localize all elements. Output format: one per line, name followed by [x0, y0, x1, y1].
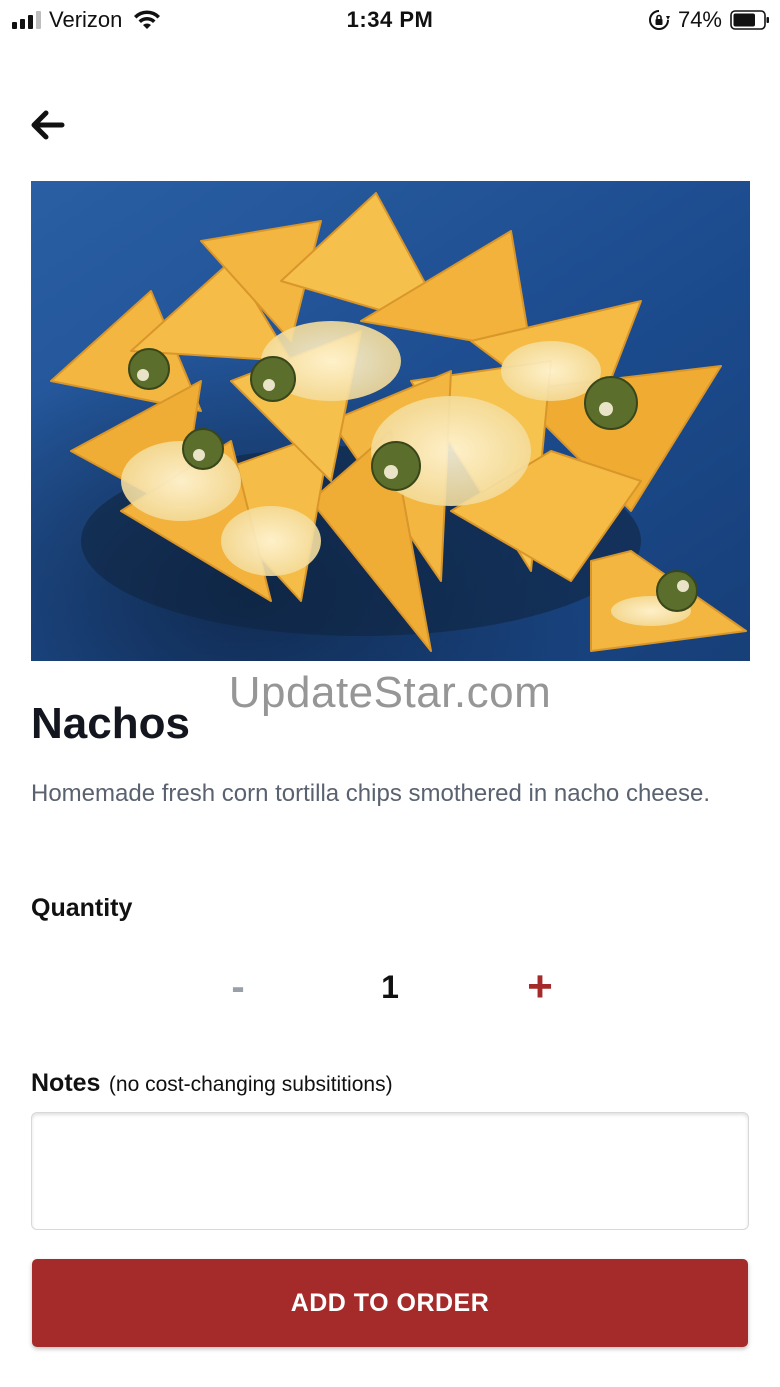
notes-label: Notes — [31, 1069, 101, 1097]
quantity-value: 1 — [381, 969, 399, 1005]
battery-percent: 74% — [677, 7, 722, 32]
notes-hint: (no cost-changing subsititions) — [108, 1073, 393, 1096]
add-to-order-button[interactable]: ADD TO ORDER — [32, 1259, 748, 1347]
nachos-image — [31, 181, 750, 661]
quantity-label: Quantity — [31, 894, 133, 922]
quantity-decrease-button[interactable]: - — [208, 960, 268, 1014]
notes-input[interactable] — [31, 1112, 749, 1230]
status-right: 74% — [648, 4, 770, 36]
item-title: Nachos — [31, 699, 190, 748]
status-bar: Verizon 1:34 PM 74% — [0, 0, 780, 42]
quantity-increase-button[interactable]: + — [510, 960, 570, 1014]
item-description: Homemade fresh corn tortilla chips smoth… — [31, 780, 711, 807]
rotation-lock-icon — [648, 10, 670, 30]
back-arrow-icon[interactable] — [26, 104, 68, 146]
battery-icon — [730, 10, 769, 30]
notes-header: Notes (no cost-changing subsititions) — [31, 1064, 393, 1106]
